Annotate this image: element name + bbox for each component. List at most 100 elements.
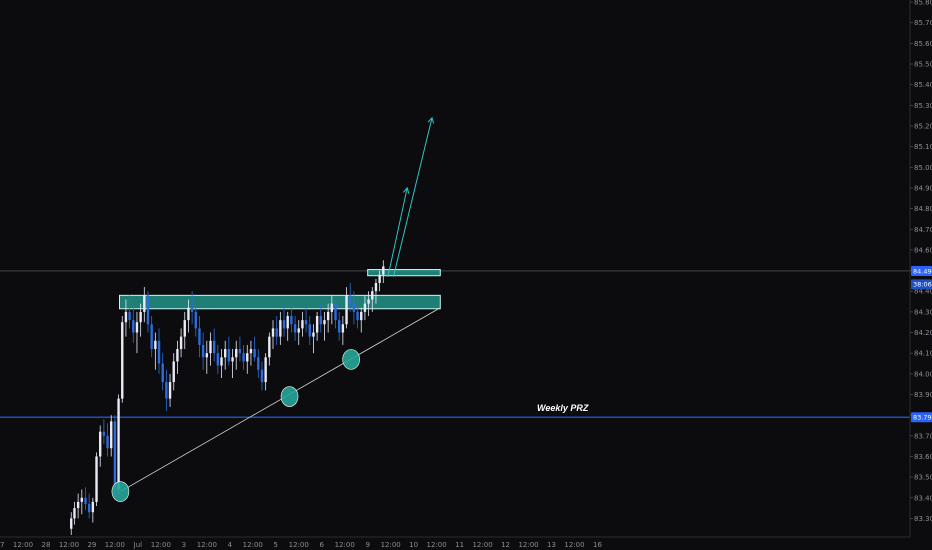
x-tick-label: 29 — [87, 541, 96, 549]
candle-body — [304, 320, 308, 325]
x-tick-label: 4 — [228, 541, 233, 549]
candle-body — [128, 311, 131, 321]
candle-body — [146, 295, 150, 325]
candle-body — [326, 311, 330, 321]
x-tick-label: 12:00 — [335, 541, 355, 549]
y-tick-label: 84.700 — [914, 226, 932, 234]
candle-body — [246, 353, 249, 362]
candle-body — [282, 320, 286, 329]
candle-body — [271, 328, 275, 337]
candle-body — [253, 349, 256, 358]
candle-body — [286, 316, 289, 329]
x-tick-label: 12:00 — [289, 541, 309, 549]
candle-countdown-tag: 38:06 — [913, 281, 932, 289]
candle-body — [168, 382, 172, 399]
x-tick-label: Jul — [133, 541, 143, 549]
candle-body — [220, 357, 223, 366]
candle-body — [209, 340, 212, 354]
x-tick-label: 12:00 — [243, 541, 263, 549]
candle-body — [73, 508, 76, 519]
y-tick-label: 84.000 — [914, 370, 932, 378]
y-tick-label: 84.200 — [914, 329, 932, 337]
candle-body — [117, 398, 120, 490]
y-tick-label: 84.800 — [914, 205, 932, 213]
candle-body — [312, 332, 315, 337]
candle-body — [301, 320, 304, 329]
candle-body — [330, 303, 334, 312]
candle-body — [132, 320, 135, 333]
x-tick-label: 12:00 — [381, 541, 401, 549]
candle-body — [201, 344, 205, 358]
candle-body — [279, 320, 282, 337]
candle-body — [161, 363, 164, 383]
x-tick-label: 28 — [41, 541, 50, 549]
candle-body — [91, 501, 95, 513]
candle-body — [308, 324, 311, 337]
y-tick-label: 84.300 — [914, 308, 932, 316]
candle-body — [227, 349, 231, 362]
candle-body — [106, 435, 109, 449]
candle-body — [315, 316, 319, 333]
candle-body — [374, 282, 378, 292]
candle-body — [257, 357, 260, 370]
candle-body — [297, 328, 300, 333]
candle-body — [371, 291, 374, 300]
y-tick-label: 85.700 — [914, 19, 932, 27]
resistance-zone[interactable] — [118, 294, 441, 310]
touch-point-circle[interactable] — [342, 349, 360, 370]
chart-canvas[interactable]: 83.30083.40083.50083.60083.70083.80083.9… — [0, 0, 932, 550]
candle-body — [224, 349, 227, 358]
y-tick-label: 85.500 — [914, 61, 932, 69]
candle-body — [349, 295, 352, 304]
y-tick-label: 83.500 — [914, 474, 932, 482]
chart-background — [0, 0, 932, 550]
weekly-prz-price-tag: 83.790 — [913, 414, 932, 422]
x-tick-label: 6 — [319, 541, 324, 549]
candle-body — [76, 501, 80, 509]
candle-body — [212, 340, 216, 354]
candle-body — [139, 311, 142, 323]
candle-body — [154, 340, 157, 350]
weekly-prz-label: Weekly PRZ — [537, 403, 589, 413]
x-tick-label: 5 — [274, 541, 278, 549]
touch-point-circle[interactable] — [111, 481, 130, 502]
candle-body — [150, 324, 153, 350]
candle-body — [95, 456, 98, 502]
current-price-tag: 84.498 — [913, 267, 932, 275]
candle-body — [80, 497, 84, 502]
candle-body — [135, 322, 139, 333]
x-tick-label: 12:00 — [151, 541, 171, 549]
y-tick-label: 85.000 — [914, 164, 932, 172]
y-tick-label: 85.800 — [914, 0, 932, 7]
y-tick-label: 83.900 — [914, 391, 932, 399]
y-tick-label: 85.400 — [914, 81, 932, 89]
x-tick-label: 12:00 — [105, 541, 125, 549]
candle-body — [352, 303, 356, 312]
candle-body — [110, 421, 113, 449]
touch-point-circle[interactable] — [280, 386, 299, 407]
x-tick-label: 13 — [547, 541, 556, 549]
x-tick-label: 16 — [593, 541, 602, 549]
candle-body — [345, 295, 348, 325]
candle-body — [260, 369, 264, 383]
x-tick-label: 12:00 — [472, 541, 492, 549]
candle-body — [87, 503, 91, 513]
candle-body — [102, 431, 106, 436]
x-tick-label: 10 — [409, 541, 418, 549]
candle-body — [231, 357, 234, 362]
candle-body — [319, 316, 322, 325]
y-tick-label: 84.600 — [914, 246, 932, 254]
x-tick-label: 12:00 — [59, 541, 79, 549]
candle-body — [249, 349, 253, 354]
candle-body — [216, 353, 220, 366]
y-tick-label: 85.200 — [914, 122, 932, 130]
candle-body — [235, 349, 238, 358]
candle-body — [341, 324, 345, 333]
y-tick-label: 84.900 — [914, 184, 932, 192]
y-tick-label: 85.300 — [914, 102, 932, 110]
x-tick-label: 9 — [365, 541, 369, 549]
candle-body — [194, 311, 197, 329]
candle-body — [337, 320, 341, 333]
candle-body — [143, 295, 146, 312]
candle-body — [176, 349, 179, 362]
